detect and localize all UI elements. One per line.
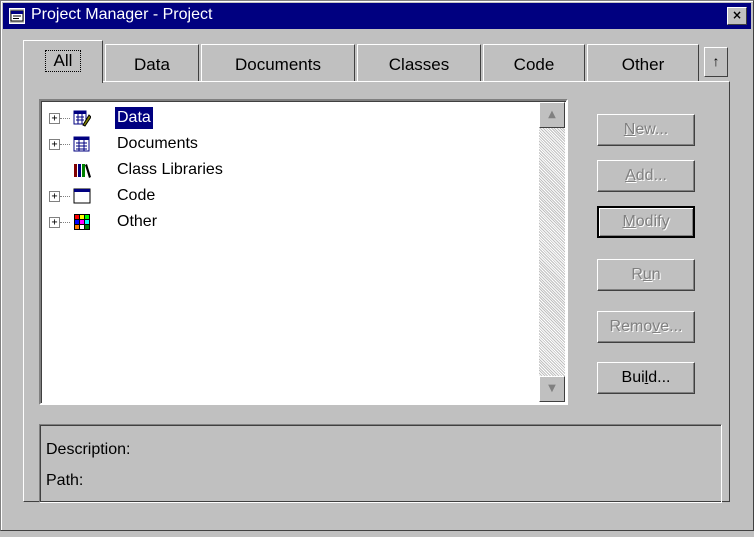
run-button[interactable]: Run: [597, 259, 695, 291]
tab-documents-label: Documents: [235, 55, 321, 74]
scroll-up-icon: ▲: [548, 109, 556, 120]
tree-item-label: Other: [117, 213, 158, 230]
build-button[interactable]: Build...: [597, 362, 695, 394]
tree-item-label: Data: [115, 107, 153, 129]
scroll-up-button[interactable]: ▲: [539, 102, 565, 128]
path-label: Path:: [46, 472, 84, 489]
expand-icon[interactable]: +: [49, 139, 60, 150]
tree-item-label: Documents: [117, 135, 198, 152]
new-button[interactable]: New...: [597, 114, 695, 146]
tab-all[interactable]: All: [23, 40, 103, 83]
class-libraries-icon: [74, 164, 91, 178]
tab-classes[interactable]: Classes: [357, 44, 481, 81]
tree-connector: [60, 196, 70, 197]
project-tree[interactable]: + Data + Documents Class Libraries + Cod…: [39, 99, 568, 405]
modify-button[interactable]: Modify: [597, 206, 695, 238]
tab-data[interactable]: Data: [105, 44, 199, 81]
tree-item-label: Code: [117, 187, 156, 204]
documents-icon: [73, 136, 90, 152]
tree-connector: [60, 144, 70, 145]
tab-scroll-button[interactable]: ↑: [704, 47, 728, 77]
tab-all-label: All: [44, 50, 82, 72]
project-manager-window: Project Manager - Project × All Data Doc…: [0, 0, 754, 531]
expand-icon[interactable]: +: [49, 113, 60, 124]
tree-item-label: Class Libraries: [117, 161, 223, 178]
tab-documents[interactable]: Documents: [201, 44, 355, 81]
tree-scrollbar[interactable]: ▲ ▼: [539, 102, 565, 402]
remove-button[interactable]: Remove...: [597, 311, 695, 343]
scroll-down-button[interactable]: ▼: [539, 376, 565, 402]
code-icon: [73, 188, 91, 204]
other-icon: [74, 214, 90, 230]
tree-connector: [60, 118, 70, 119]
add-button[interactable]: Add...: [597, 160, 695, 192]
data-icon: [73, 110, 91, 127]
tab-other[interactable]: Other: [587, 44, 699, 81]
title-bar[interactable]: Project Manager - Project ×: [3, 3, 751, 29]
expand-icon[interactable]: +: [49, 191, 60, 202]
tab-data-label: Data: [134, 55, 170, 74]
close-icon: ×: [731, 8, 743, 22]
scroll-down-icon: ▼: [548, 383, 556, 394]
project-manager-icon: [9, 8, 25, 24]
description-label: Description:: [46, 441, 131, 458]
tab-other-label: Other: [621, 55, 665, 74]
tab-code-label: Code: [513, 55, 555, 74]
window-title: Project Manager - Project: [31, 6, 213, 23]
arrow-up-icon: ↑: [712, 53, 720, 69]
tab-code[interactable]: Code: [483, 44, 585, 81]
close-button[interactable]: ×: [727, 7, 747, 25]
expand-icon[interactable]: +: [49, 217, 60, 228]
description-panel: Description: Path:: [39, 424, 722, 503]
tab-classes-label: Classes: [388, 55, 450, 74]
tree-connector: [60, 222, 70, 223]
